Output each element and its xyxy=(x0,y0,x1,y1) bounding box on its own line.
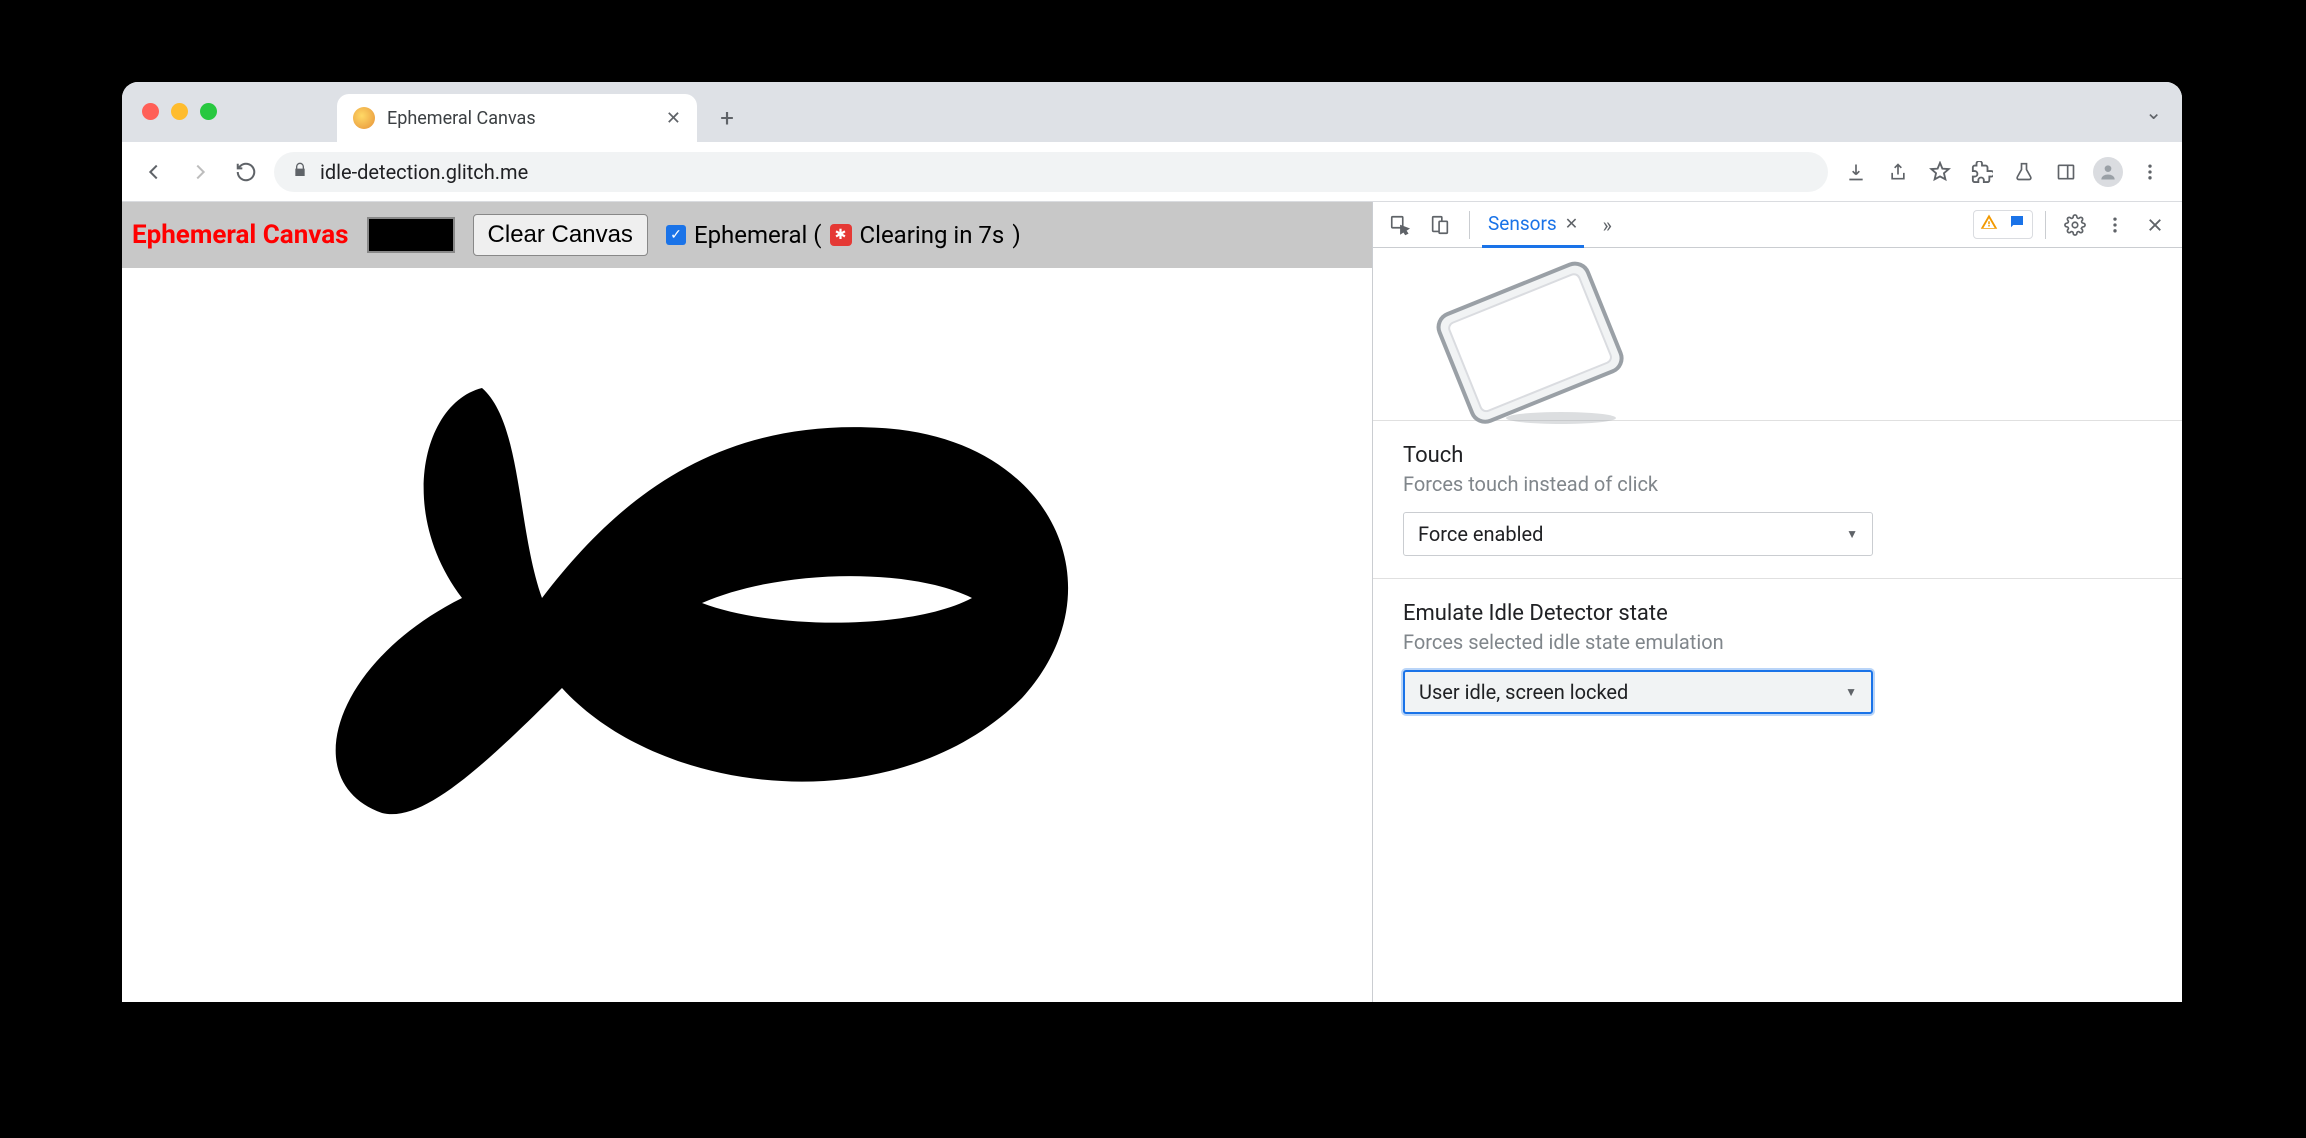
toolbar-right xyxy=(1838,154,2168,190)
message-icon xyxy=(2008,213,2026,236)
siren-icon: ✱ xyxy=(830,224,852,246)
ephemeral-toggle[interactable]: ✓ Ephemeral ( ✱ Clearing in 7s ) xyxy=(666,221,1021,249)
window-close-button[interactable] xyxy=(142,103,159,120)
devtools-tab-label: Sensors xyxy=(1488,212,1557,235)
devtools-tab-sensors[interactable]: Sensors ✕ xyxy=(1482,202,1584,248)
forward-button[interactable] xyxy=(182,154,218,190)
back-button[interactable] xyxy=(136,154,172,190)
window-controls xyxy=(142,103,217,120)
ephemeral-label-prefix: Ephemeral ( xyxy=(694,221,822,249)
tab-overflow-button[interactable]: ⌄ xyxy=(2145,100,2162,124)
touch-title: Touch xyxy=(1403,443,2152,468)
idle-title: Emulate Idle Detector state xyxy=(1403,601,2152,626)
idle-select-value: User idle, screen locked xyxy=(1419,680,1628,704)
url-text: idle-detection.glitch.me xyxy=(320,160,528,184)
labs-button[interactable] xyxy=(2006,154,2042,190)
warning-icon xyxy=(1980,213,1998,236)
browser-toolbar: idle-detection.glitch.me xyxy=(122,142,2182,202)
app-title: Ephemeral Canvas xyxy=(132,220,349,250)
avatar-icon xyxy=(2093,157,2123,187)
tab-close-button[interactable]: ✕ xyxy=(666,108,681,129)
drawing-canvas[interactable] xyxy=(122,268,1372,1002)
devtools-panel: Sensors ✕ » xyxy=(1372,202,2182,1002)
content-split: Ephemeral Canvas Clear Canvas ✓ Ephemera… xyxy=(122,202,2182,1002)
devtools-issues-badge[interactable] xyxy=(1973,210,2033,239)
idle-select[interactable]: User idle, screen locked ▼ xyxy=(1403,670,1873,714)
lock-icon xyxy=(292,162,308,182)
touch-select[interactable]: Force enabled ▼ xyxy=(1403,512,1873,556)
devtools-tab-close-button[interactable]: ✕ xyxy=(1565,214,1578,233)
clear-canvas-button[interactable]: Clear Canvas xyxy=(473,214,648,256)
ephemeral-checkbox[interactable]: ✓ xyxy=(666,225,686,245)
reload-button[interactable] xyxy=(228,154,264,190)
browser-window: Ephemeral Canvas ✕ + ⌄ idle-detection.gl… xyxy=(122,82,2182,1002)
browser-menu-button[interactable] xyxy=(2132,154,2168,190)
browser-tab[interactable]: Ephemeral Canvas ✕ xyxy=(337,94,697,142)
ephemeral-countdown: Clearing in 7s xyxy=(860,221,1005,249)
share-button[interactable] xyxy=(1880,154,1916,190)
chevron-down-icon: ▼ xyxy=(1845,685,1857,699)
devtools-tabbar: Sensors ✕ » xyxy=(1373,202,2182,248)
side-panel-button[interactable] xyxy=(2048,154,2084,190)
idle-section: Emulate Idle Detector state Forces selec… xyxy=(1373,578,2182,736)
new-tab-button[interactable]: + xyxy=(707,98,747,138)
devtools-menu-button[interactable] xyxy=(2098,208,2132,242)
idle-subtitle: Forces selected idle state emulation xyxy=(1403,630,2152,654)
touch-section: Touch Forces touch instead of click Forc… xyxy=(1373,420,2182,578)
page-area: Ephemeral Canvas Clear Canvas ✓ Ephemera… xyxy=(122,202,1372,1002)
profile-button[interactable] xyxy=(2090,154,2126,190)
tab-title: Ephemeral Canvas xyxy=(387,108,654,129)
tab-favicon-icon xyxy=(353,107,375,129)
bookmark-button[interactable] xyxy=(1922,154,1958,190)
inspect-element-button[interactable] xyxy=(1383,208,1417,242)
touch-subtitle: Forces touch instead of click xyxy=(1403,472,2152,496)
touch-select-value: Force enabled xyxy=(1418,522,1543,546)
devtools-settings-button[interactable] xyxy=(2058,208,2092,242)
canvas-drawing xyxy=(122,268,1372,968)
extensions-button[interactable] xyxy=(1964,154,2000,190)
device-toolbar-button[interactable] xyxy=(1423,208,1457,242)
devtools-more-tabs-button[interactable]: » xyxy=(1590,208,1624,242)
app-header: Ephemeral Canvas Clear Canvas ✓ Ephemera… xyxy=(122,202,1372,268)
device-orientation-preview[interactable] xyxy=(1401,260,1661,420)
devtools-content: Touch Forces touch instead of click Forc… xyxy=(1373,248,2182,1002)
devtools-close-button[interactable] xyxy=(2138,208,2172,242)
chevron-down-icon: ▼ xyxy=(1846,527,1858,541)
address-bar[interactable]: idle-detection.glitch.me xyxy=(274,152,1828,192)
window-maximize-button[interactable] xyxy=(200,103,217,120)
window-minimize-button[interactable] xyxy=(171,103,188,120)
tab-strip: Ephemeral Canvas ✕ + ⌄ xyxy=(122,82,2182,142)
ephemeral-label-suffix: ) xyxy=(1012,221,1020,249)
download-button[interactable] xyxy=(1838,154,1874,190)
color-picker[interactable] xyxy=(367,217,455,253)
